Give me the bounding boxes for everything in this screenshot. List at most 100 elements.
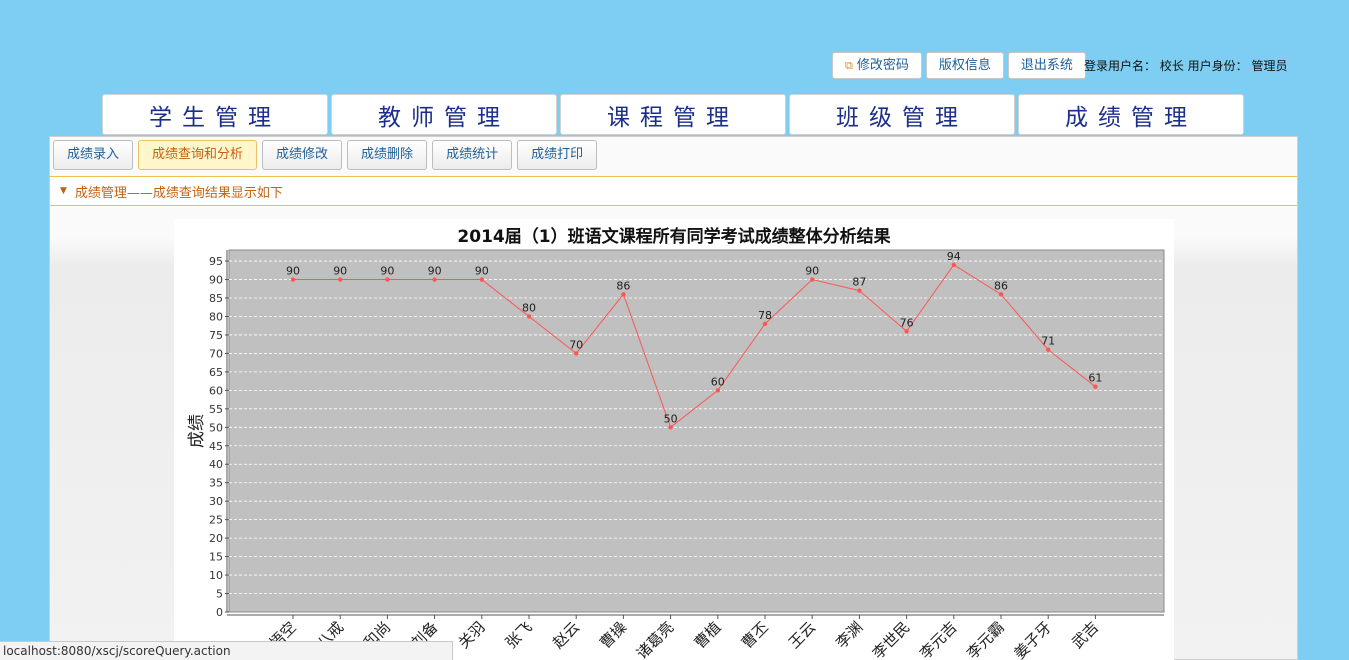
y-tick-label: 30 bbox=[209, 495, 223, 508]
user-info: 登录用户名： 校长 用户身份： 管理员 bbox=[1084, 59, 1288, 73]
data-point bbox=[904, 329, 909, 334]
y-tick-label: 80 bbox=[209, 310, 223, 323]
data-label: 76 bbox=[900, 316, 914, 329]
main-nav: 学生管理 教师管理 课程管理 班级管理 成绩管理 bbox=[102, 94, 1244, 135]
y-tick-label: 15 bbox=[209, 551, 223, 564]
data-point bbox=[574, 351, 579, 356]
data-label: 87 bbox=[852, 276, 866, 289]
subtab-score-entry[interactable]: 成绩录入 bbox=[53, 140, 134, 170]
score-chart: 2014届（1）班语文课程所有同学考试成绩整体分析结果 0 5 10 15 20 25 30… bbox=[174, 219, 1174, 660]
data-label: 78 bbox=[758, 309, 772, 322]
y-tick-label: 70 bbox=[209, 347, 223, 360]
subtab-score-query[interactable]: 成绩查询和分析 bbox=[138, 140, 258, 170]
x-tick-label: 姜子牙 bbox=[1010, 618, 1055, 660]
tab-teacher-management[interactable]: 教师管理 bbox=[331, 94, 557, 135]
x-tick-label: 曹操 bbox=[596, 618, 630, 652]
data-point bbox=[857, 288, 862, 293]
logout-label: 退出系统 bbox=[1020, 58, 1073, 73]
data-point bbox=[526, 314, 532, 319]
change-password-label: 修改密码 bbox=[856, 58, 909, 73]
x-tick-label: 王云 bbox=[785, 618, 819, 652]
section-header[interactable]: ▼ 成绩管理——成绩查询结果显示如下 bbox=[50, 176, 1297, 206]
data-point bbox=[385, 277, 390, 282]
y-tick-label: 40 bbox=[209, 458, 223, 471]
data-point bbox=[290, 277, 296, 282]
data-label: 86 bbox=[994, 279, 1008, 292]
x-tick-label: 李元霸 bbox=[963, 618, 1008, 660]
data-label: 90 bbox=[333, 265, 347, 278]
top-button-bar: ⧉ 修改密码 版权信息 退出系统 bbox=[832, 52, 1086, 79]
y-tick-label: 60 bbox=[209, 384, 223, 397]
data-point bbox=[1093, 384, 1098, 389]
data-point bbox=[998, 292, 1004, 297]
data-label: 90 bbox=[475, 265, 489, 278]
y-tick-label: 10 bbox=[209, 569, 223, 582]
tab-course-management[interactable]: 课程管理 bbox=[560, 94, 786, 135]
y-tick-label: 25 bbox=[209, 514, 223, 527]
data-point bbox=[1046, 347, 1051, 352]
data-label: 90 bbox=[380, 265, 394, 278]
y-tick-label: 0 bbox=[216, 606, 223, 619]
y-tick-label: 50 bbox=[209, 421, 223, 434]
y-tick-label: 90 bbox=[209, 274, 223, 287]
y-tick-label: 45 bbox=[209, 440, 223, 453]
tab-student-management[interactable]: 学生管理 bbox=[102, 94, 328, 135]
tab-score-management[interactable]: 成绩管理 bbox=[1018, 94, 1244, 135]
y-tick-label: 55 bbox=[209, 403, 223, 416]
data-label: 90 bbox=[428, 265, 442, 278]
y-tick-label: 5 bbox=[216, 588, 223, 601]
y-tick-label: 65 bbox=[209, 366, 223, 379]
y-tick-label: 35 bbox=[209, 477, 223, 490]
data-label: 86 bbox=[616, 279, 630, 292]
x-tick-label: 曹植 bbox=[691, 618, 725, 652]
data-point bbox=[432, 277, 437, 282]
data-label: 70 bbox=[569, 338, 583, 351]
subtab-score-print[interactable]: 成绩打印 bbox=[517, 140, 598, 170]
tab-class-management[interactable]: 班级管理 bbox=[789, 94, 1015, 135]
data-label: 50 bbox=[664, 412, 678, 425]
data-point bbox=[715, 388, 720, 393]
x-tick-label: 李世民 bbox=[869, 618, 914, 660]
x-tick-label: 李渊 bbox=[832, 618, 866, 652]
y-tick-label: 20 bbox=[209, 532, 223, 545]
copyright-button[interactable]: 版权信息 bbox=[925, 52, 1004, 79]
chart-svg: 0 5 10 15 20 25 30 35 40 45 50 55 60 65 70 75 80 85 90 95 成绩… bbox=[187, 249, 1165, 660]
y-tick-label: 95 bbox=[209, 255, 223, 268]
data-label: 60 bbox=[711, 375, 725, 388]
browser-status-bar: localhost:8080/xscj/scoreQuery.action bbox=[0, 641, 453, 660]
x-tick-label: 赵云 bbox=[549, 618, 583, 652]
subtab-score-edit[interactable]: 成绩修改 bbox=[262, 140, 343, 170]
x-tick-label: 张飞 bbox=[502, 618, 536, 652]
window-icon: ⧉ bbox=[845, 59, 853, 72]
data-label: 90 bbox=[805, 265, 819, 278]
data-label: 71 bbox=[1041, 335, 1055, 348]
change-password-button[interactable]: ⧉ 修改密码 bbox=[832, 52, 922, 79]
logout-button[interactable]: 退出系统 bbox=[1007, 52, 1086, 79]
data-point bbox=[810, 277, 815, 282]
y-tick-label: 75 bbox=[209, 329, 223, 342]
data-label: 80 bbox=[522, 301, 536, 314]
data-point bbox=[338, 277, 343, 282]
x-tick-label: 诸葛亮 bbox=[633, 618, 678, 660]
x-tick-label: 武吉 bbox=[1068, 618, 1102, 652]
data-point bbox=[762, 321, 768, 327]
copyright-label: 版权信息 bbox=[938, 58, 991, 73]
subtab-score-stats[interactable]: 成绩统计 bbox=[432, 140, 513, 170]
sub-nav: 成绩录入 成绩查询和分析 成绩修改 成绩删除 成绩统计 成绩打印 bbox=[53, 140, 598, 170]
y-axis-label: 成绩 bbox=[187, 414, 207, 448]
plot-area bbox=[228, 249, 1165, 613]
collapse-triangle-icon[interactable]: ▼ bbox=[60, 186, 67, 196]
data-point bbox=[951, 262, 956, 267]
data-label: 61 bbox=[1088, 372, 1102, 385]
subtab-score-delete[interactable]: 成绩删除 bbox=[347, 140, 428, 170]
x-tick-label: 李元吉 bbox=[916, 618, 961, 660]
data-point bbox=[668, 425, 673, 430]
data-point bbox=[621, 292, 626, 297]
data-label: 94 bbox=[947, 250, 961, 263]
data-label: 90 bbox=[286, 265, 300, 278]
y-tick-label: 85 bbox=[209, 292, 223, 305]
x-tick-label: 曹丕 bbox=[738, 618, 772, 652]
section-title: 成绩管理——成绩查询结果显示如下 bbox=[74, 185, 283, 201]
x-tick-label: 关羽 bbox=[455, 618, 489, 652]
data-point bbox=[479, 277, 484, 282]
